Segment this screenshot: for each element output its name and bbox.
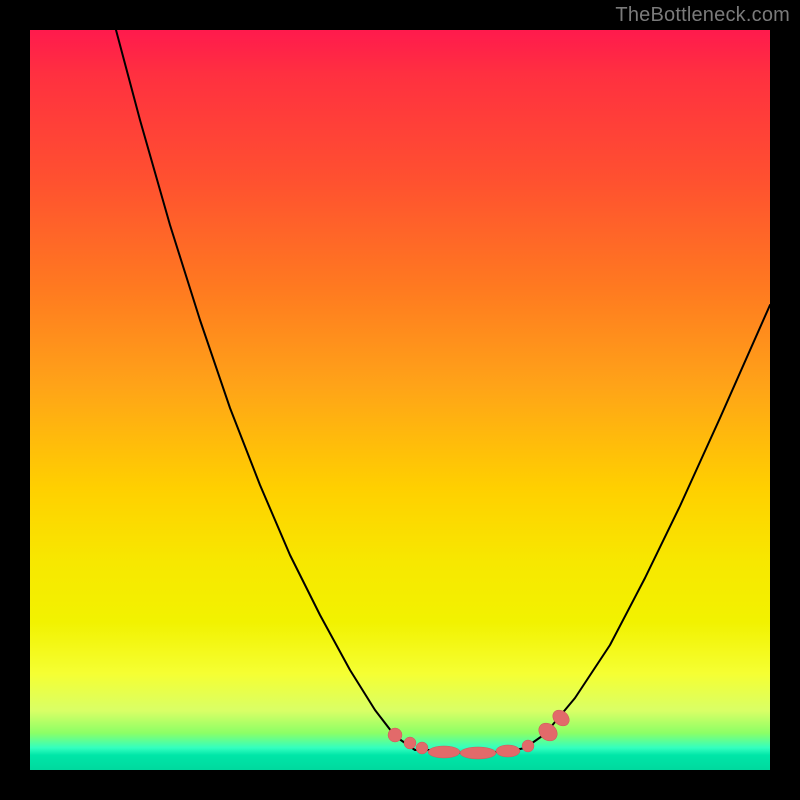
chart-frame: TheBottleneck.com: [0, 0, 800, 800]
watermark-label: TheBottleneck.com: [615, 4, 790, 27]
data-marker: [404, 737, 416, 749]
curve-layer: [116, 30, 770, 753]
data-marker: [522, 740, 534, 752]
chart-svg: [30, 30, 770, 770]
data-marker: [388, 728, 402, 742]
data-marker: [496, 745, 520, 757]
bottleneck-curve: [116, 30, 770, 753]
plot-area: [30, 30, 770, 770]
marker-layer: [388, 707, 572, 759]
data-marker: [428, 746, 460, 758]
data-marker: [416, 742, 428, 754]
data-marker: [460, 747, 496, 759]
